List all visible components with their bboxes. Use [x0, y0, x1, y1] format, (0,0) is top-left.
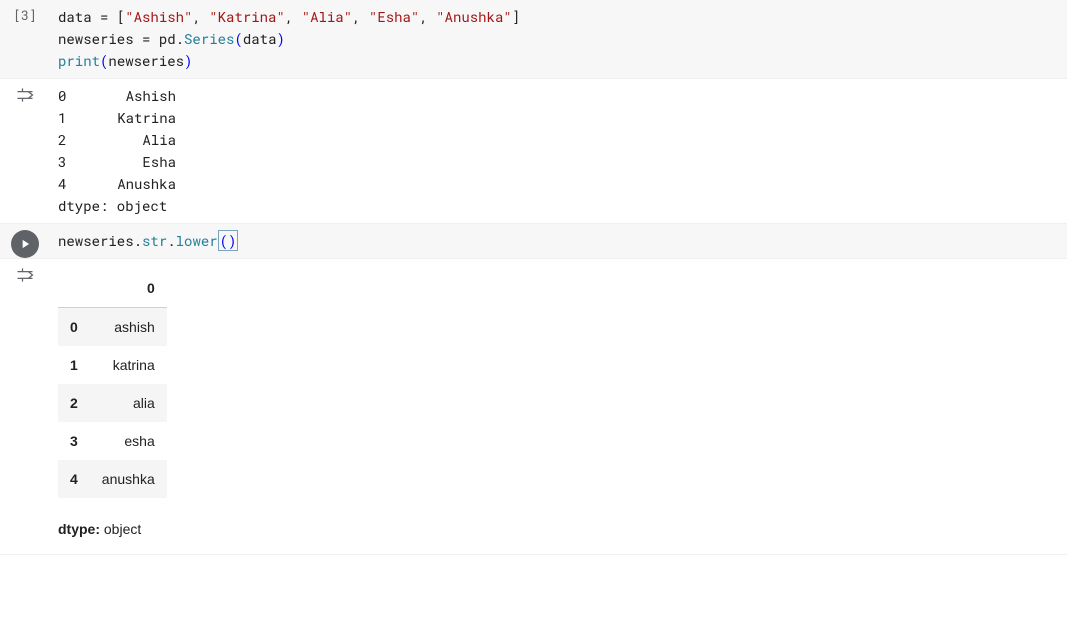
run-gutter — [0, 224, 50, 258]
table-header-row: 0 — [58, 269, 167, 308]
code-text: data — [243, 29, 277, 48]
code-editor-1[interactable]: data = ["Ashish", "Katrina", "Alia", "Es… — [50, 0, 1067, 78]
paren-close: ) — [276, 29, 284, 48]
code-text: newseries — [108, 51, 184, 70]
row-index: 0 — [58, 308, 90, 347]
row-index: 1 — [58, 346, 90, 384]
series-value: Ashish — [86, 85, 176, 107]
dtype-value: object — [104, 521, 141, 537]
table-col-header: 0 — [90, 269, 167, 308]
table-row: 3esha — [58, 422, 167, 460]
row-value: anushka — [90, 460, 167, 498]
series-index: 3 — [58, 151, 86, 173]
output-gutter — [0, 79, 50, 223]
exec-count-gutter: [3] — [0, 0, 50, 78]
table-row: 0ashish — [58, 308, 167, 347]
series-index: 0 — [58, 85, 86, 107]
string-literal: "Esha" — [369, 7, 419, 26]
dtype-label: dtype: — [58, 521, 104, 537]
exec-count: [3] — [13, 6, 36, 24]
code-editor-2[interactable]: newseries.str.lower() — [50, 224, 1067, 258]
row-value: katrina — [90, 346, 167, 384]
row-value: alia — [90, 384, 167, 422]
text-output-1: 0Ashish1Katrina2Alia3Esha4Anushkadtype: … — [50, 79, 1067, 223]
series-value: Esha — [86, 151, 176, 173]
paren-close: ) — [184, 51, 192, 70]
row-index: 2 — [58, 384, 90, 422]
code-text: . — [167, 231, 175, 250]
output-row: 1Katrina — [58, 107, 1059, 129]
series-index: 4 — [58, 173, 86, 195]
table-row: 1katrina — [58, 346, 167, 384]
code-text: , — [352, 7, 369, 26]
dtype-line: dtype: object — [58, 518, 1059, 540]
dataframe-table: 0 0ashish 1katrina 2alia 3esha 4anushka — [58, 269, 167, 498]
code-text: , — [192, 7, 209, 26]
output-cell-1: 0Ashish1Katrina2Alia3Esha4Anushkadtype: … — [0, 79, 1067, 224]
html-output-2: 0 0ashish 1katrina 2alia 3esha 4anushka … — [50, 259, 1067, 554]
table-row: 4anushka — [58, 460, 167, 498]
row-index: 4 — [58, 460, 90, 498]
table-index-corner — [58, 269, 90, 308]
code-cell-1[interactable]: [3] data = ["Ashish", "Katrina", "Alia",… — [0, 0, 1067, 79]
row-value: esha — [90, 422, 167, 460]
row-index: 3 — [58, 422, 90, 460]
code-text: data = [ — [58, 7, 125, 26]
code-function: Series — [184, 29, 234, 48]
code-function: lower — [176, 231, 218, 250]
output-row: 3Esha — [58, 151, 1059, 173]
code-property: str — [142, 231, 167, 250]
series-index: 1 — [58, 107, 86, 129]
paren-open-cursor: () — [218, 230, 239, 251]
string-literal: "Katrina" — [209, 7, 285, 26]
series-value: Anushka — [86, 173, 176, 195]
row-value: ashish — [90, 308, 167, 347]
run-button[interactable] — [11, 230, 39, 258]
string-literal: "Alia" — [302, 7, 352, 26]
dtype-text: dtype: object — [58, 196, 167, 215]
code-text: newseries = pd. — [58, 29, 184, 48]
output-cell-2: 0 0ashish 1katrina 2alia 3esha 4anushka … — [0, 259, 1067, 555]
code-function: print — [58, 51, 100, 70]
string-literal: "Anushka" — [436, 7, 512, 26]
code-text: newseries. — [58, 231, 142, 250]
code-text: , — [285, 7, 302, 26]
series-value: Alia — [86, 129, 176, 151]
code-cell-2[interactable]: newseries.str.lower() — [0, 224, 1067, 259]
code-text: ] — [512, 7, 520, 26]
code-text: , — [419, 7, 436, 26]
paren-open: ( — [234, 29, 242, 48]
string-literal: "Ashish" — [125, 7, 192, 26]
output-gutter — [0, 259, 50, 554]
output-toggle-icon[interactable] — [0, 85, 50, 105]
output-row: 4Anushka — [58, 173, 1059, 195]
table-row: 2alia — [58, 384, 167, 422]
series-value: Katrina — [86, 107, 176, 129]
output-toggle-icon[interactable] — [0, 265, 50, 285]
output-row: 2Alia — [58, 129, 1059, 151]
series-index: 2 — [58, 129, 86, 151]
output-row: 0Ashish — [58, 85, 1059, 107]
